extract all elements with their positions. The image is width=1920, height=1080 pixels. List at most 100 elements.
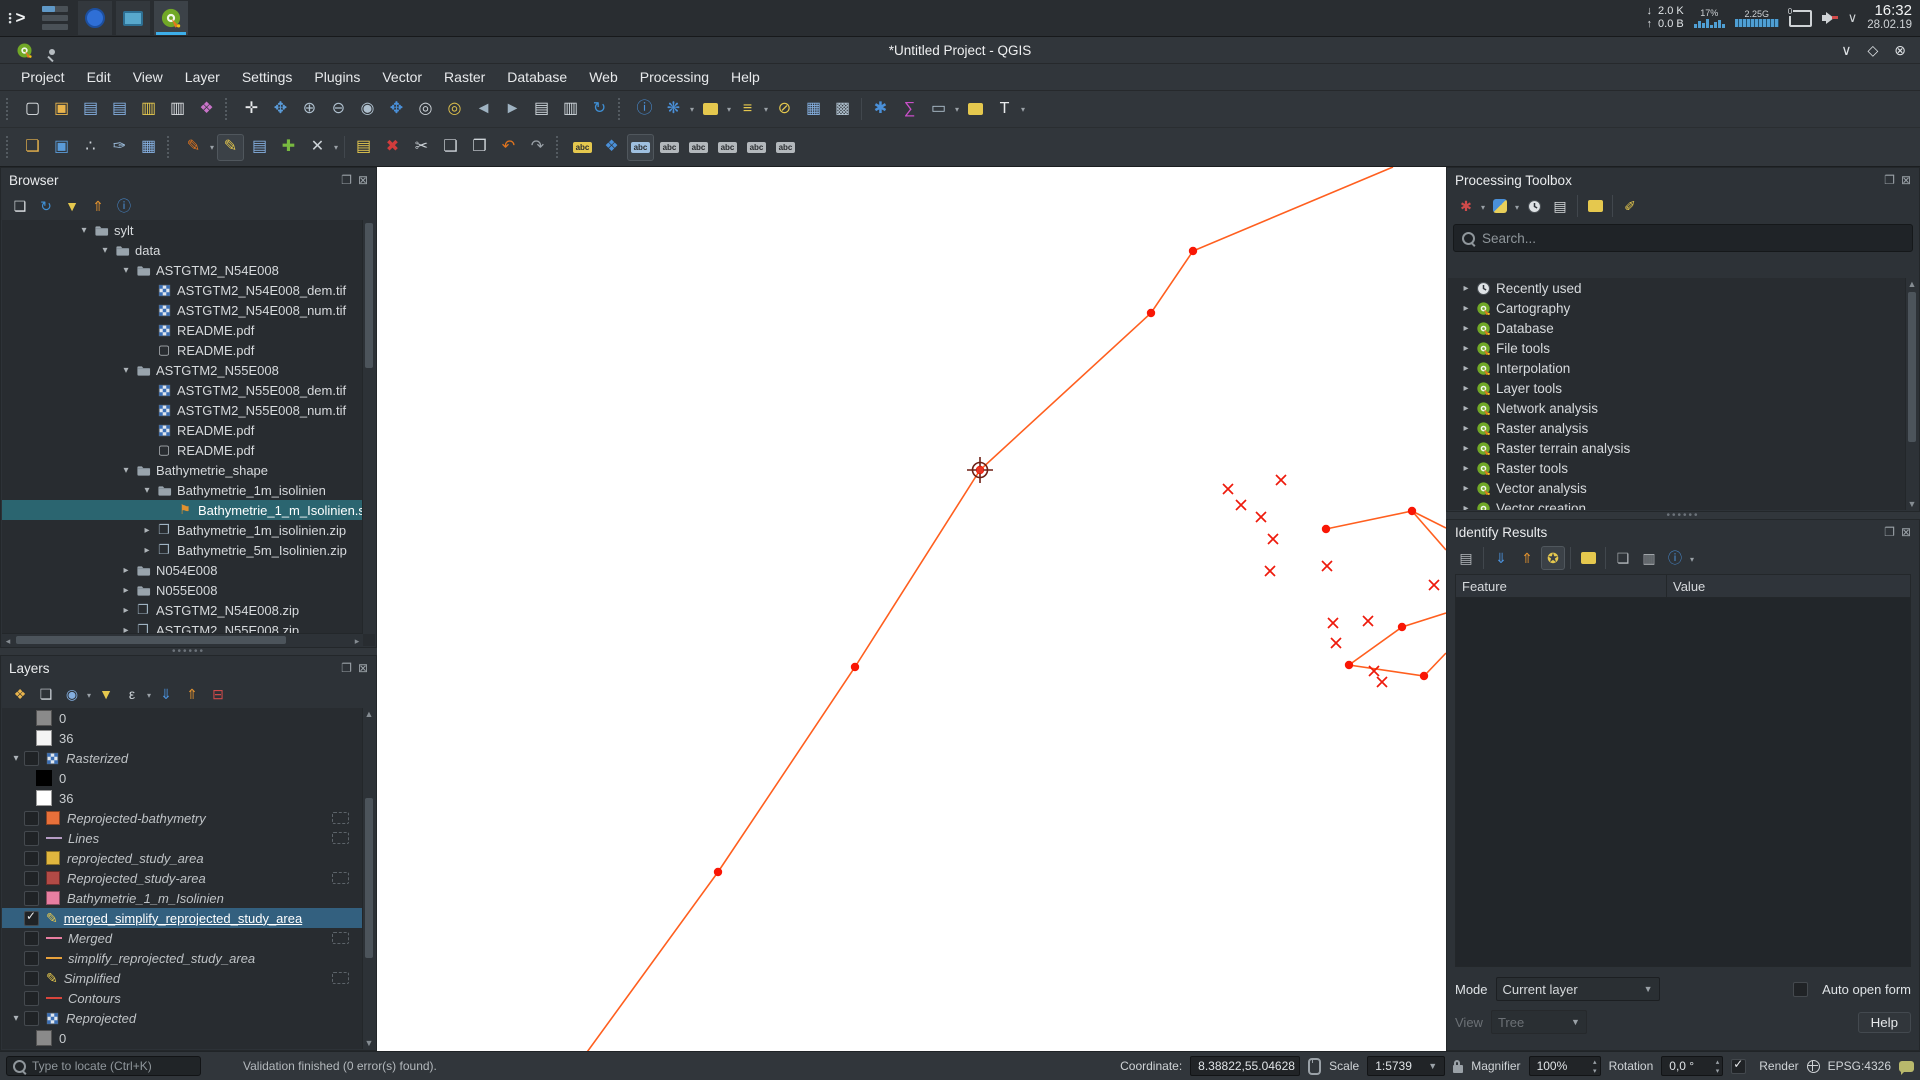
toolbox-float-icon[interactable]: ❐ (1884, 173, 1895, 187)
memory-layer-indicator-icon[interactable] (332, 812, 349, 824)
browser-close-icon[interactable]: ⊠ (358, 173, 368, 187)
add-feature-button[interactable]: ✚ (275, 134, 302, 161)
tree-expander-icon[interactable]: ▸ (1458, 423, 1474, 434)
toolbox-search-input[interactable]: Search... (1453, 224, 1913, 252)
tree-expander-icon[interactable]: ▸ (118, 605, 134, 616)
browser-item-data[interactable]: ▾data (2, 240, 375, 260)
tree-expander-icon[interactable]: ▸ (1458, 483, 1474, 494)
collapse-all-layers-button[interactable]: ⇑ (180, 682, 204, 706)
print-response-button[interactable]: ▥ (1637, 546, 1661, 570)
toolbox-group-database[interactable]: ▸Database (1448, 318, 1918, 338)
browser-item-readme-pdf[interactable]: README.pdf (2, 320, 375, 340)
layer-item-simplified[interactable]: ✎Simplified (2, 968, 375, 988)
new-project-button[interactable]: ▢ (19, 96, 46, 123)
layer-item-0[interactable]: 0 (2, 708, 375, 728)
menu-project[interactable]: Project (10, 66, 76, 88)
memory-layer-indicator-icon[interactable] (332, 832, 349, 844)
dropdown-arrow-icon[interactable]: ▾ (727, 105, 731, 114)
measure-button[interactable]: ▭▾ (925, 96, 952, 123)
identify-features-button[interactable]: ⓘ (631, 96, 658, 123)
tree-expander-icon[interactable]: ▾ (118, 265, 134, 276)
toggle-editing-button[interactable]: ✎ (217, 134, 244, 161)
toolbox-group-layer-tools[interactable]: ▸Layer tools (1448, 378, 1918, 398)
browser-item-n055e008[interactable]: ▸N055E008 (2, 580, 375, 600)
crs-button[interactable]: EPSG:4326 (1828, 1059, 1891, 1073)
browser-item-n054e008[interactable]: ▸N054E008 (2, 560, 375, 580)
delete-selected-button[interactable]: ✖ (379, 134, 406, 161)
add-group-button[interactable]: ❏ (34, 682, 58, 706)
toolbox-close-icon[interactable]: ⊠ (1901, 173, 1911, 187)
show-bookmarks-button[interactable]: ▥ (557, 96, 584, 123)
expand-new-results-button[interactable]: ✪ (1541, 546, 1565, 570)
map-canvas[interactable] (377, 167, 1446, 1051)
network-monitor[interactable]: ↓2.0 K ↑0.0 B (1647, 5, 1684, 31)
layer-item-lines[interactable]: Lines (2, 828, 375, 848)
browser-item-bathymetrie-shape[interactable]: ▾Bathymetrie_shape (2, 460, 375, 480)
tree-expander-icon[interactable]: ▾ (76, 225, 92, 236)
edit-features-in-place-button[interactable] (1583, 194, 1607, 218)
toolbar-grip[interactable] (556, 136, 564, 158)
layer-visibility-checkbox[interactable] (24, 1011, 39, 1026)
zoom-out-button[interactable]: ⊖ (325, 96, 352, 123)
toolbox-group-raster-tools[interactable]: ▸Raster tools (1448, 458, 1918, 478)
menu-database[interactable]: Database (496, 66, 578, 88)
copy-feature-button[interactable]: ❏ (1611, 546, 1635, 570)
layer-diagram-button[interactable]: ❖ (598, 134, 625, 161)
layer-visibility-checkbox[interactable] (24, 911, 39, 926)
auto-open-form-checkbox[interactable] (1793, 982, 1808, 997)
show-statistics-button[interactable]: ∑ (896, 96, 923, 123)
vertex-tool-button[interactable]: ✕▾ (304, 134, 331, 161)
tree-expander-icon[interactable]: ▸ (1458, 343, 1474, 354)
toolbox-group-vector-creation[interactable]: ▸Vector creation (1448, 498, 1918, 510)
filter-by-expression-button[interactable]: ε▾ (120, 682, 144, 706)
tree-expander-icon[interactable]: ▸ (139, 545, 155, 556)
layers-vscrollbar[interactable]: ▲ ▼ (362, 708, 375, 1049)
move-label-button[interactable]: abc (714, 134, 741, 161)
maximize-button[interactable]: ◇ (1867, 42, 1878, 59)
layers-close-icon[interactable]: ⊠ (358, 661, 368, 675)
toolbox-vscrollbar[interactable]: ▲ ▼ (1905, 278, 1918, 510)
display-tray-icon[interactable] (1789, 10, 1812, 27)
show-hide-labels-button[interactable]: abc (685, 134, 712, 161)
layer-labeling-button[interactable]: abc (569, 134, 596, 161)
manage-map-themes-button[interactable]: ◉▾ (60, 682, 84, 706)
save-project-button[interactable]: ▤ (77, 96, 104, 123)
scale-select[interactable]: 1:5739 ▼ (1367, 1056, 1445, 1076)
tree-expander-icon[interactable]: ▸ (1458, 323, 1474, 334)
feature-column-header[interactable]: Feature (1456, 575, 1667, 597)
save-project-as-button[interactable]: ▤ (106, 96, 133, 123)
toolbox-gear-button[interactable]: ✱ (867, 96, 894, 123)
python-console-button[interactable]: ▾ (1488, 194, 1512, 218)
layer-visibility-checkbox[interactable] (24, 751, 39, 766)
show-layout-manager-button[interactable]: ▥ (164, 96, 191, 123)
dropdown-arrow-icon[interactable]: ▾ (334, 143, 338, 152)
open-attribute-table-button[interactable]: ▦ (800, 96, 827, 123)
new-geopackage-layer-button[interactable]: ▣ (48, 134, 75, 161)
browser-vscrollbar[interactable] (362, 220, 375, 634)
toolbox-options-button[interactable]: ✐ (1618, 194, 1642, 218)
layers-float-icon[interactable]: ❐ (341, 661, 352, 675)
menu-layer[interactable]: Layer (174, 66, 231, 88)
toolbox-group-file-tools[interactable]: ▸File tools (1448, 338, 1918, 358)
menu-vector[interactable]: Vector (371, 66, 433, 88)
lock-scale-icon[interactable] (1453, 1065, 1463, 1073)
browser-item-astgtm2-n54e008[interactable]: ▾ASTGTM2_N54E008 (2, 260, 375, 280)
refresh-browser-button[interactable]: ↻ (34, 194, 58, 218)
memory-layer-indicator-icon[interactable] (332, 872, 349, 884)
browser-item-astgtm2-n54e008-zip[interactable]: ▸❐ASTGTM2_N54E008.zip (2, 600, 375, 620)
layer-item-rasterized[interactable]: ▾Rasterized (2, 748, 375, 768)
highlight-pinned-labels-button[interactable]: abc (627, 134, 654, 161)
layer-item-0[interactable]: 0 (2, 768, 375, 788)
expand-tree-button[interactable]: ⇓ (1489, 546, 1513, 570)
layer-visibility-checkbox[interactable] (24, 891, 39, 906)
help-button[interactable]: Help (1858, 1012, 1911, 1033)
memory-monitor[interactable]: 2.25G (1735, 9, 1779, 27)
statistical-summary-button[interactable]: ▩ (829, 96, 856, 123)
redo-button[interactable]: ↷ (524, 134, 551, 161)
toolbar-grip[interactable] (225, 98, 233, 120)
menu-view[interactable]: View (122, 66, 174, 88)
text-annotation-button[interactable]: T▾ (991, 96, 1018, 123)
open-layer-styling-button[interactable]: ❖ (8, 682, 32, 706)
menu-raster[interactable]: Raster (433, 66, 496, 88)
layer-item-0[interactable]: 0 (2, 1028, 375, 1048)
